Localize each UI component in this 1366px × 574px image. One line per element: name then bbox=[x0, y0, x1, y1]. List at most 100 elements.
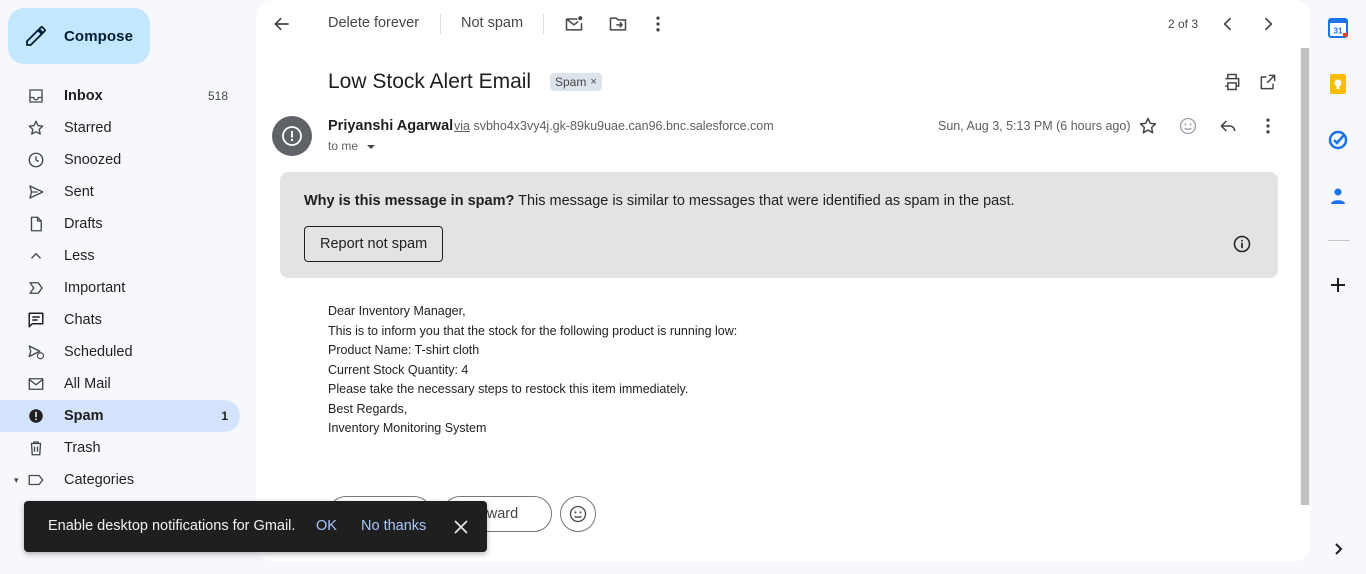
show-side-panel-button[interactable] bbox=[1328, 539, 1348, 559]
recipient-dropdown[interactable]: to me bbox=[328, 139, 378, 153]
snackbar-message: Enable desktop notifications for Gmail. bbox=[48, 518, 296, 534]
label-icon bbox=[26, 470, 46, 490]
mark-unread-button[interactable] bbox=[564, 8, 584, 40]
scrollbar[interactable] bbox=[1300, 48, 1310, 505]
tasks-app-button[interactable] bbox=[1328, 130, 1348, 150]
sender-name[interactable]: Priyanshi Agarwal bbox=[328, 118, 453, 134]
more-options-button[interactable] bbox=[648, 8, 668, 40]
sidebar-item-important[interactable]: Important bbox=[0, 272, 240, 304]
delete-forever-button[interactable]: Delete forever bbox=[328, 15, 419, 31]
body-line: Please take the necessary steps to resto… bbox=[328, 382, 689, 396]
sidebar-item-label: Important bbox=[64, 280, 126, 296]
print-icon bbox=[1225, 73, 1240, 91]
body-line: Best Regards, bbox=[328, 401, 408, 416]
sidebar-item-sent[interactable]: Sent bbox=[0, 176, 240, 208]
chat-icon bbox=[26, 310, 46, 330]
sidebar-item-drafts[interactable]: Drafts bbox=[0, 208, 240, 240]
label-chip-text: Spam bbox=[555, 75, 587, 89]
unread-count: 1 bbox=[221, 409, 228, 423]
contacts-app-button[interactable] bbox=[1328, 186, 1348, 206]
message-more-button[interactable] bbox=[1258, 116, 1278, 136]
clock-icon bbox=[26, 150, 46, 170]
close-icon[interactable] bbox=[451, 517, 471, 537]
arrow-back-icon bbox=[274, 17, 289, 31]
draft-icon bbox=[26, 214, 46, 234]
spam-reason: This message is similar to messages that… bbox=[514, 193, 1015, 209]
side-panel-divider bbox=[1328, 240, 1350, 241]
print-button[interactable] bbox=[1222, 72, 1242, 92]
snackbar-no-thanks-button[interactable]: No thanks bbox=[361, 518, 426, 534]
via-link[interactable]: via bbox=[454, 119, 470, 133]
chevron-left-icon bbox=[1223, 17, 1232, 31]
spam-question: Why is this message in spam? bbox=[304, 193, 515, 209]
sidebar-item-starred[interactable]: Starred bbox=[0, 112, 240, 144]
sidebar-item-scheduled[interactable]: Scheduled bbox=[0, 336, 240, 368]
star-icon bbox=[26, 118, 46, 138]
email-view: Delete forever Not spam 2 of 3 Low Stock… bbox=[256, 0, 1310, 561]
sidebar-item-label: Snoozed bbox=[64, 152, 122, 168]
not-spam-button[interactable]: Not spam bbox=[461, 15, 523, 31]
open-in-new-icon bbox=[1260, 74, 1276, 90]
spam-explanation: Why is this message in spam? This messag… bbox=[304, 193, 1015, 209]
emoji-react-button[interactable] bbox=[560, 496, 596, 532]
body-line: Current Stock Quantity: 4 bbox=[328, 362, 469, 377]
email-subject: Low Stock Alert Email bbox=[328, 70, 532, 93]
body-line: Dear Inventory Manager, bbox=[328, 304, 466, 318]
emoji-icon bbox=[569, 505, 587, 523]
scrollbar-thumb[interactable] bbox=[1301, 48, 1309, 505]
reply-button[interactable] bbox=[1218, 116, 1238, 136]
star-button[interactable] bbox=[1138, 116, 1158, 136]
keep-icon bbox=[1330, 74, 1346, 94]
via-domain: svbho4x3vy4j.gk-89ku9uae.can96.bnc.sales… bbox=[473, 119, 774, 133]
spam-icon bbox=[26, 406, 46, 426]
recipient-label: to me bbox=[328, 139, 359, 153]
chevron-up-icon bbox=[26, 246, 46, 266]
get-addons-button[interactable] bbox=[1328, 275, 1348, 295]
toolbar-divider bbox=[440, 14, 441, 34]
sidebar-item-label: Scheduled bbox=[64, 344, 133, 360]
tasks-icon bbox=[1328, 130, 1348, 150]
all-mail-icon bbox=[26, 374, 46, 394]
star-icon bbox=[1139, 117, 1157, 134]
caret-down-icon bbox=[367, 144, 376, 149]
sidebar-item-label: Sent bbox=[64, 184, 94, 200]
add-reaction-button[interactable] bbox=[1178, 116, 1198, 136]
spam-warning-banner: Why is this message in spam? This messag… bbox=[280, 172, 1278, 278]
remove-label-icon[interactable]: × bbox=[590, 76, 596, 88]
body-line: Product Name: T-shirt cloth bbox=[328, 343, 480, 357]
sidebar-item-label: Trash bbox=[64, 440, 101, 456]
unread-count: 518 bbox=[207, 89, 228, 103]
important-icon bbox=[26, 278, 46, 298]
pencil-icon bbox=[26, 26, 46, 46]
report-not-spam-button[interactable]: Report not spam bbox=[304, 226, 444, 262]
snackbar-ok-button[interactable]: OK bbox=[316, 518, 337, 534]
sidebar-item-label: Chats bbox=[64, 312, 102, 328]
emoji-icon bbox=[1179, 117, 1197, 135]
sidebar-item-snoozed[interactable]: Snoozed bbox=[0, 144, 240, 176]
sender-via: via svbho4x3vy4j.gk-89ku9uae.can96.bnc.s… bbox=[454, 119, 774, 133]
sidebar-item-chats[interactable]: Chats bbox=[0, 304, 240, 336]
sidebar-item-inbox[interactable]: Inbox 518 bbox=[0, 80, 240, 112]
spam-label-chip[interactable]: Spam × bbox=[550, 73, 602, 91]
email-body: Dear Inventory Manager, This is to infor… bbox=[328, 302, 737, 439]
scheduled-icon bbox=[26, 342, 46, 362]
newer-button[interactable] bbox=[1218, 8, 1238, 40]
move-to-button[interactable] bbox=[608, 8, 628, 40]
open-new-window-button[interactable] bbox=[1258, 72, 1278, 92]
keep-app-button[interactable] bbox=[1328, 74, 1348, 94]
sidebar-item-trash[interactable]: Trash bbox=[0, 432, 240, 464]
sidebar-item-all-mail[interactable]: All Mail bbox=[0, 368, 240, 400]
older-button[interactable] bbox=[1258, 8, 1278, 40]
toolbar-divider bbox=[543, 14, 544, 34]
sidebar-item-categories[interactable]: ▾ Categories bbox=[0, 464, 240, 496]
inbox-icon bbox=[26, 86, 46, 106]
sidebar-item-spam[interactable]: Spam 1 bbox=[0, 400, 240, 432]
calendar-app-button[interactable]: 31 bbox=[1328, 18, 1348, 38]
compose-button[interactable]: Compose bbox=[8, 8, 150, 64]
back-button[interactable] bbox=[272, 8, 292, 40]
side-panel: 31 bbox=[1310, 0, 1366, 574]
expand-caret-icon[interactable]: ▾ bbox=[14, 475, 19, 486]
sidebar-item-label: Drafts bbox=[64, 216, 103, 232]
info-icon[interactable] bbox=[1232, 234, 1252, 254]
sidebar-item-less[interactable]: Less bbox=[0, 240, 240, 272]
